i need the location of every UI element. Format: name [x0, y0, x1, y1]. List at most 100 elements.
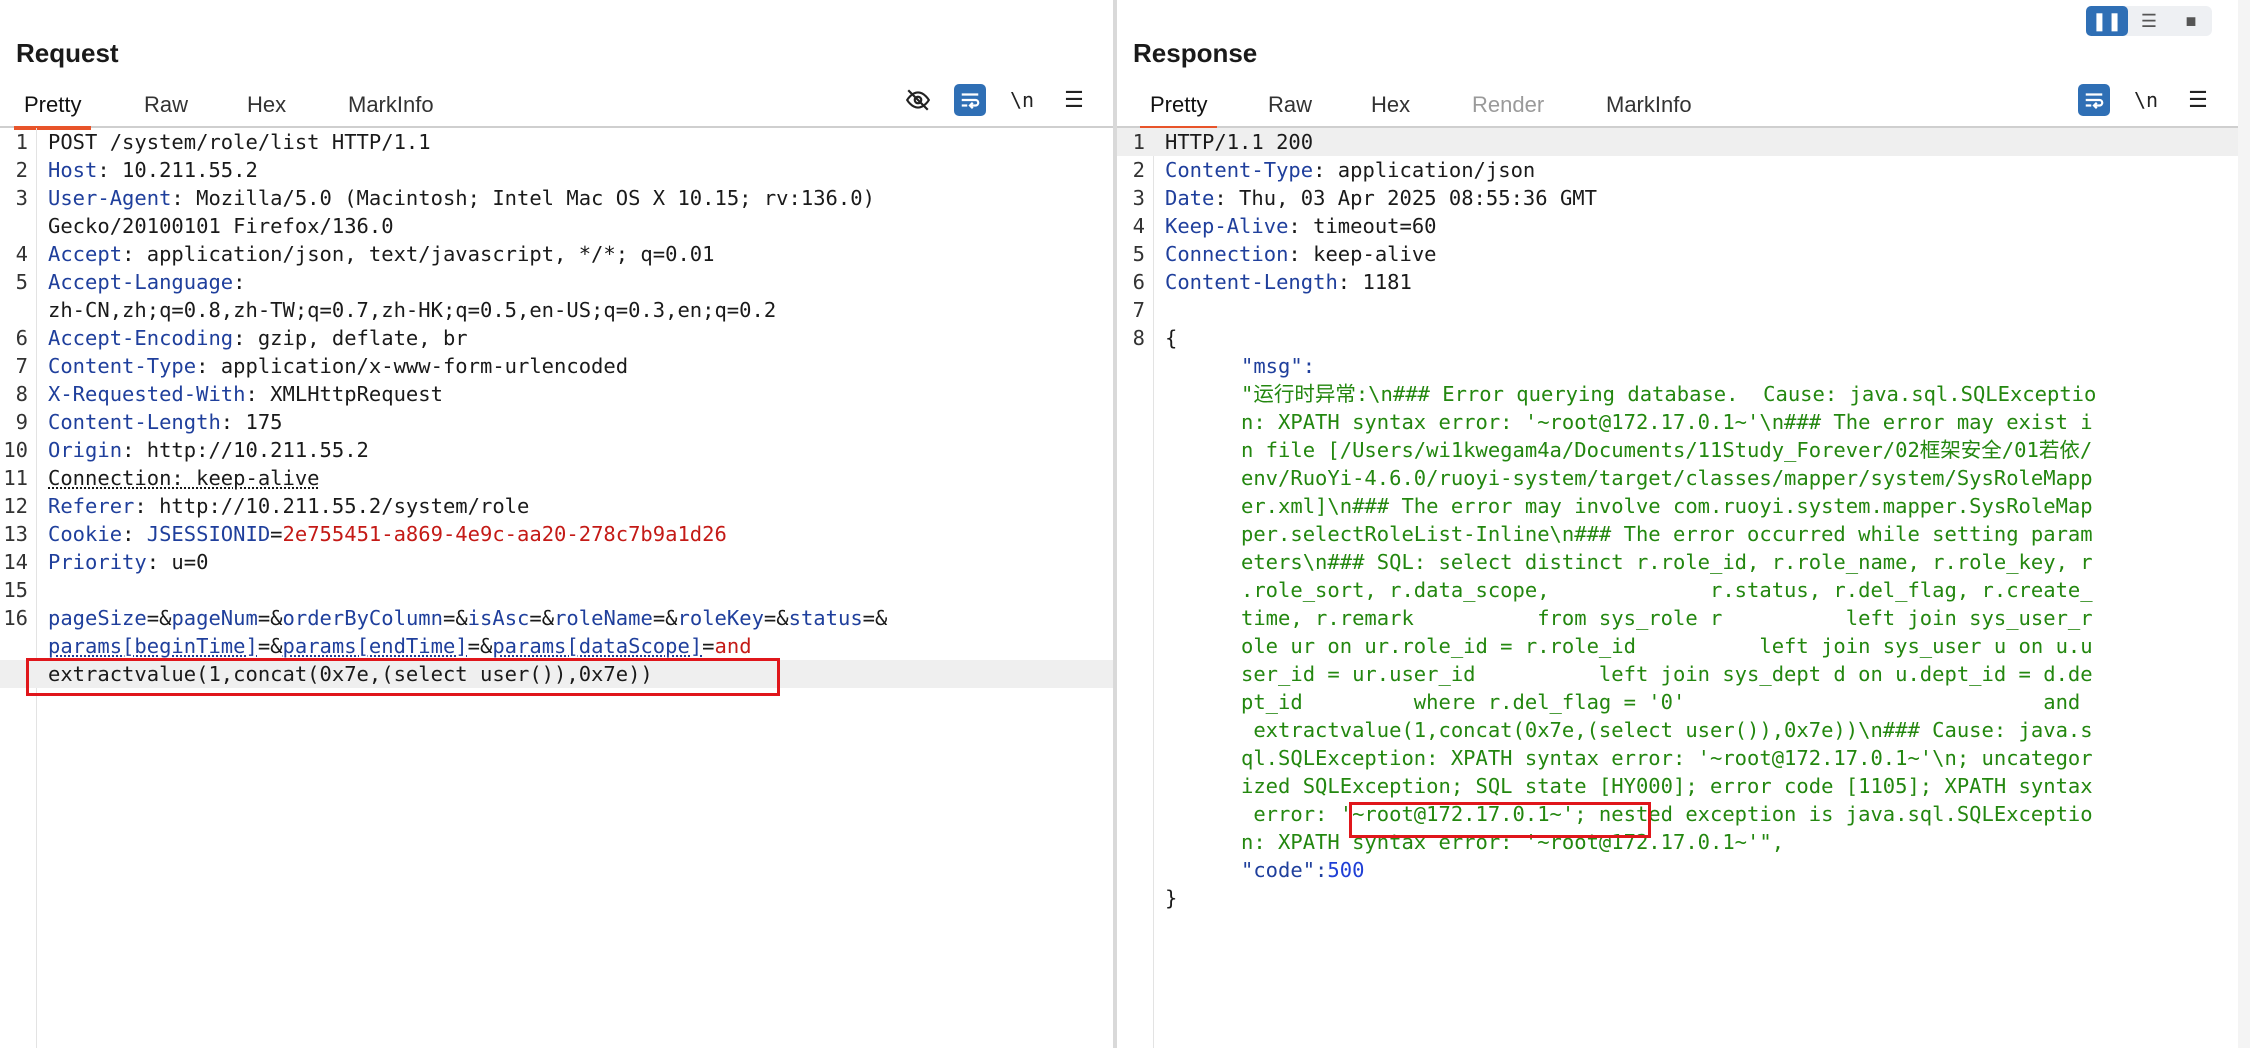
code-text: extractvalue(1,concat(0x7e,(select user(… [1241, 716, 2093, 744]
code-text: pageSize=&pageNum=&orderByColumn=&isAsc=… [48, 604, 887, 632]
code-text: Keep-Alive: timeout=60 [1165, 212, 1437, 240]
code-line: pt_id where r.del_flag = '0' and [1117, 688, 2250, 716]
response-editor[interactable]: 1 HTTP/1.1 200 2 Content-Type: application/… [1117, 128, 2250, 1048]
code-token: ole ur on ur.role_id = r.role_id left jo… [1241, 634, 2093, 658]
code-token: .role_sort, r.data_scope, r.status, r.de… [1241, 578, 2093, 602]
tab-hex[interactable]: Hex [1371, 88, 1410, 118]
code-line: 6 Content-Length: 1181 [1117, 268, 2250, 296]
code-token: : [233, 270, 246, 294]
code-token: "msg": [1241, 354, 1316, 378]
code-text: Accept: application/json, text/javascrip… [48, 240, 714, 268]
code-token: Content-Type [48, 354, 197, 378]
eye-slash-icon[interactable] [902, 84, 934, 116]
code-text: params[beginTime]=&params[endTime]=&para… [48, 632, 752, 660]
code-text: ole ur on ur.role_id = r.role_id left jo… [1241, 632, 2093, 660]
tab-markinfo[interactable]: MarkInfo [1606, 88, 1692, 118]
code-token: 2e755451-a869-4e9c-aa20-278c7b9a1d26 [282, 522, 727, 546]
code-token: HTTP/1.1 200 [1165, 130, 1314, 154]
code-line: 14 Priority: u=0 [0, 548, 1113, 576]
code-line: 1 POST /system/role/list HTTP/1.1 [0, 128, 1113, 156]
code-line: n file [/Users/wi1kwegam4a/Documents/11S… [1117, 436, 2250, 464]
hamburger-menu-icon[interactable]: ☰ [2182, 84, 2214, 116]
code-token: : XMLHttpRequest [245, 382, 443, 406]
hamburger-menu-icon[interactable]: ☰ [1058, 84, 1090, 116]
response-pane: ❚❚ ☰ ■ Response Pretty Raw Hex Render Ma… [1117, 0, 2250, 1048]
code-token: ql.SQLException: XPATH syntax error: '~r… [1241, 746, 2093, 770]
code-token: Referer [48, 494, 135, 518]
line-number: 1 [15, 130, 28, 154]
tab-raw[interactable]: Raw [144, 88, 188, 118]
request-tabs: Pretty Raw Hex MarkInfo [0, 82, 1113, 130]
code-token: time, r.remark from sys_role r left join… [1241, 606, 2093, 630]
code-token: : 1181 [1337, 270, 1412, 294]
wrap-icon[interactable] [2078, 84, 2110, 116]
code-line: 15 [0, 576, 1113, 604]
single-pane-icon[interactable]: ■ [2170, 6, 2212, 36]
line-number: 4 [15, 242, 28, 266]
code-token: : Mozilla/5.0 (Macintosh; Intel Mac OS X… [171, 186, 875, 210]
code-token: extractvalue(1,concat(0x7e,(select user(… [1241, 718, 2093, 742]
vertical-scrollbar[interactable] [2238, 0, 2250, 1048]
split-horizontal-icon[interactable]: ☰ [2128, 6, 2170, 36]
code-token: =& [257, 606, 283, 630]
tab-pretty[interactable]: Pretty [13, 88, 93, 130]
code-text: HTTP/1.1 200 [1165, 128, 1313, 156]
code-token: Keep-Alive [1165, 214, 1289, 238]
code-token: Accept-Encoding [48, 326, 234, 350]
newline-toggle-button[interactable]: \n [2130, 84, 2162, 116]
request-pane: Request Pretty Raw Hex MarkInfo \n ☰ 1 PO… [0, 0, 1113, 1048]
wrap-icon[interactable] [954, 84, 986, 116]
line-number: 2 [15, 158, 28, 182]
line-number: 4 [1132, 214, 1145, 238]
code-token: Content-Type [1165, 158, 1314, 182]
code-token: status [788, 606, 863, 630]
line-number: 9 [15, 410, 28, 434]
line-number: 6 [15, 326, 28, 350]
code-line: 10 Origin: http://10.211.55.2 [0, 436, 1113, 464]
code-line: 16 pageSize=&pageNum=&orderByColumn=&isAs… [0, 604, 1113, 632]
line-number: 8 [15, 382, 28, 406]
code-line: extractvalue(1,concat(0x7e,(select user(… [1117, 716, 2250, 744]
tab-markinfo[interactable]: MarkInfo [348, 88, 434, 118]
code-line: Gecko/20100101 Firefox/136.0 [0, 212, 1113, 240]
request-editor[interactable]: 1 POST /system/role/list HTTP/1.1 2 Host: 1… [0, 128, 1113, 1048]
newline-toggle-button[interactable]: \n [1006, 84, 1038, 116]
code-token: pageSize [48, 606, 147, 630]
code-token: : timeout=60 [1288, 214, 1437, 238]
code-token: ized SQLException; SQL state [HY000]; er… [1241, 774, 2093, 798]
code-line: .role_sort, r.data_scope, r.status, r.de… [1117, 576, 2250, 604]
code-text: ized SQLException; SQL state [HY000]; er… [1241, 772, 2093, 800]
code-token: =& [257, 634, 283, 658]
line-number: 2 [1132, 158, 1145, 182]
highlight-box [26, 658, 780, 696]
code-text: POST /system/role/list HTTP/1.1 [48, 128, 431, 156]
code-line: ser_id = ur.user_id left join sys_dept d… [1117, 660, 2250, 688]
line-number: 8 [1132, 326, 1145, 350]
code-text: ser_id = ur.user_id left join sys_dept d… [1241, 660, 2093, 688]
code-text: { [1165, 324, 1177, 352]
code-token: "code": [1241, 858, 1328, 882]
code-text: User-Agent: Mozilla/5.0 (Macintosh; Inte… [48, 184, 875, 212]
code-line: 2 Host: 10.211.55.2 [0, 156, 1113, 184]
split-vertical-icon[interactable]: ❚❚ [2086, 6, 2128, 36]
code-token: : application/json, text/javascript, */*… [122, 242, 715, 266]
code-text: Accept-Language: [48, 268, 245, 296]
code-token: isAsc [467, 606, 530, 630]
code-token: orderByColumn [282, 606, 443, 630]
code-token: : http://10.211.55.2/system/role [134, 494, 530, 518]
response-title: Response [1133, 38, 1258, 68]
line-number: 5 [1132, 242, 1145, 266]
code-text: "运行时异常:\n### Error querying database. Ca… [1241, 380, 2096, 408]
code-token: } [1165, 886, 1178, 910]
code-text: "msg": [1241, 352, 1315, 380]
code-token: Origin [48, 438, 123, 462]
request-title: Request [16, 38, 119, 68]
tab-raw[interactable]: Raw [1268, 88, 1312, 118]
code-text: .role_sort, r.data_scope, r.status, r.de… [1241, 576, 2093, 604]
tab-hex[interactable]: Hex [247, 88, 286, 118]
tab-pretty[interactable]: Pretty [1139, 88, 1219, 130]
line-number: 10 [3, 438, 28, 462]
code-token: JSESSIONID [146, 522, 271, 546]
code-token: roleName [554, 606, 653, 630]
code-text: per.selectRoleList-Inline\n### The error… [1241, 520, 2093, 548]
